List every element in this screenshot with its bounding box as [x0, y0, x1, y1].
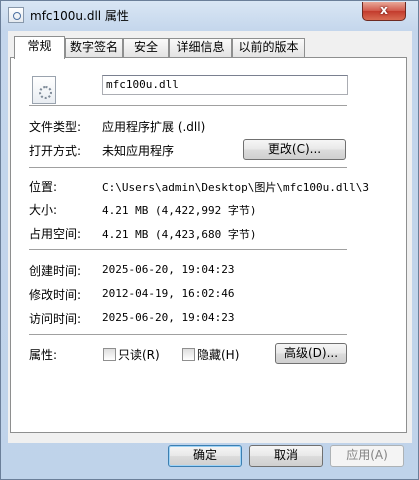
- separator: [29, 249, 347, 251]
- readonly-label[interactable]: 只读(R): [118, 346, 160, 363]
- cancel-button[interactable]: 取消: [249, 445, 323, 467]
- separator: [29, 334, 347, 336]
- hidden-checkbox[interactable]: [182, 348, 195, 361]
- size-value: 4.21 MB (4,422,992 字节): [102, 204, 257, 217]
- dll-file-icon: [8, 7, 24, 23]
- readonly-checkbox[interactable]: [103, 348, 116, 361]
- open-with-label: 打开方式:: [29, 144, 82, 158]
- created-value: 2025-06-20, 19:04:23: [102, 263, 235, 276]
- window-title: mfc100u.dll 属性: [30, 9, 129, 23]
- general-tab-content: [10, 57, 407, 433]
- separator: [29, 167, 347, 169]
- dll-file-large-icon: [32, 76, 56, 104]
- tab-general[interactable]: 常规: [14, 36, 65, 59]
- size-on-disk-label: 占用空间:: [29, 227, 82, 241]
- separator: [29, 105, 347, 107]
- ok-button[interactable]: 确定: [168, 445, 242, 467]
- title-bar[interactable]: mfc100u.dll 属性 x: [1, 1, 418, 29]
- tab-digital-signatures[interactable]: 数字签名: [65, 38, 123, 57]
- hidden-label[interactable]: 隐藏(H): [197, 346, 239, 363]
- tab-details[interactable]: 详细信息: [169, 38, 232, 57]
- attributes-label: 属性:: [29, 348, 58, 362]
- location-value: C:\Users\admin\Desktop\图片\mfc100u.dll\3: [102, 181, 370, 194]
- size-label: 大小:: [29, 203, 58, 217]
- modified-value: 2012-04-19, 16:02:46: [102, 287, 235, 300]
- tab-previous-versions[interactable]: 以前的版本: [232, 38, 305, 57]
- size-on-disk-value: 4.21 MB (4,423,680 字节): [102, 228, 257, 241]
- file-name-input[interactable]: mfc100u.dll: [102, 75, 348, 95]
- file-type-value: 应用程序扩展 (.dll): [102, 120, 206, 134]
- change-button[interactable]: 更改(C)...: [243, 139, 346, 160]
- open-with-value: 未知应用程序: [102, 144, 175, 158]
- file-type-label: 文件类型:: [29, 120, 82, 134]
- created-label: 创建时间:: [29, 264, 82, 278]
- close-button[interactable]: x: [362, 2, 406, 21]
- tab-security[interactable]: 安全: [123, 38, 169, 57]
- location-label: 位置:: [29, 180, 58, 194]
- apply-button[interactable]: 应用(A): [330, 445, 404, 467]
- advanced-button[interactable]: 高级(D)...: [275, 343, 347, 364]
- modified-label: 修改时间:: [29, 288, 82, 302]
- accessed-value: 2025-06-20, 19:04:23: [102, 311, 235, 324]
- accessed-label: 访问时间:: [29, 312, 82, 326]
